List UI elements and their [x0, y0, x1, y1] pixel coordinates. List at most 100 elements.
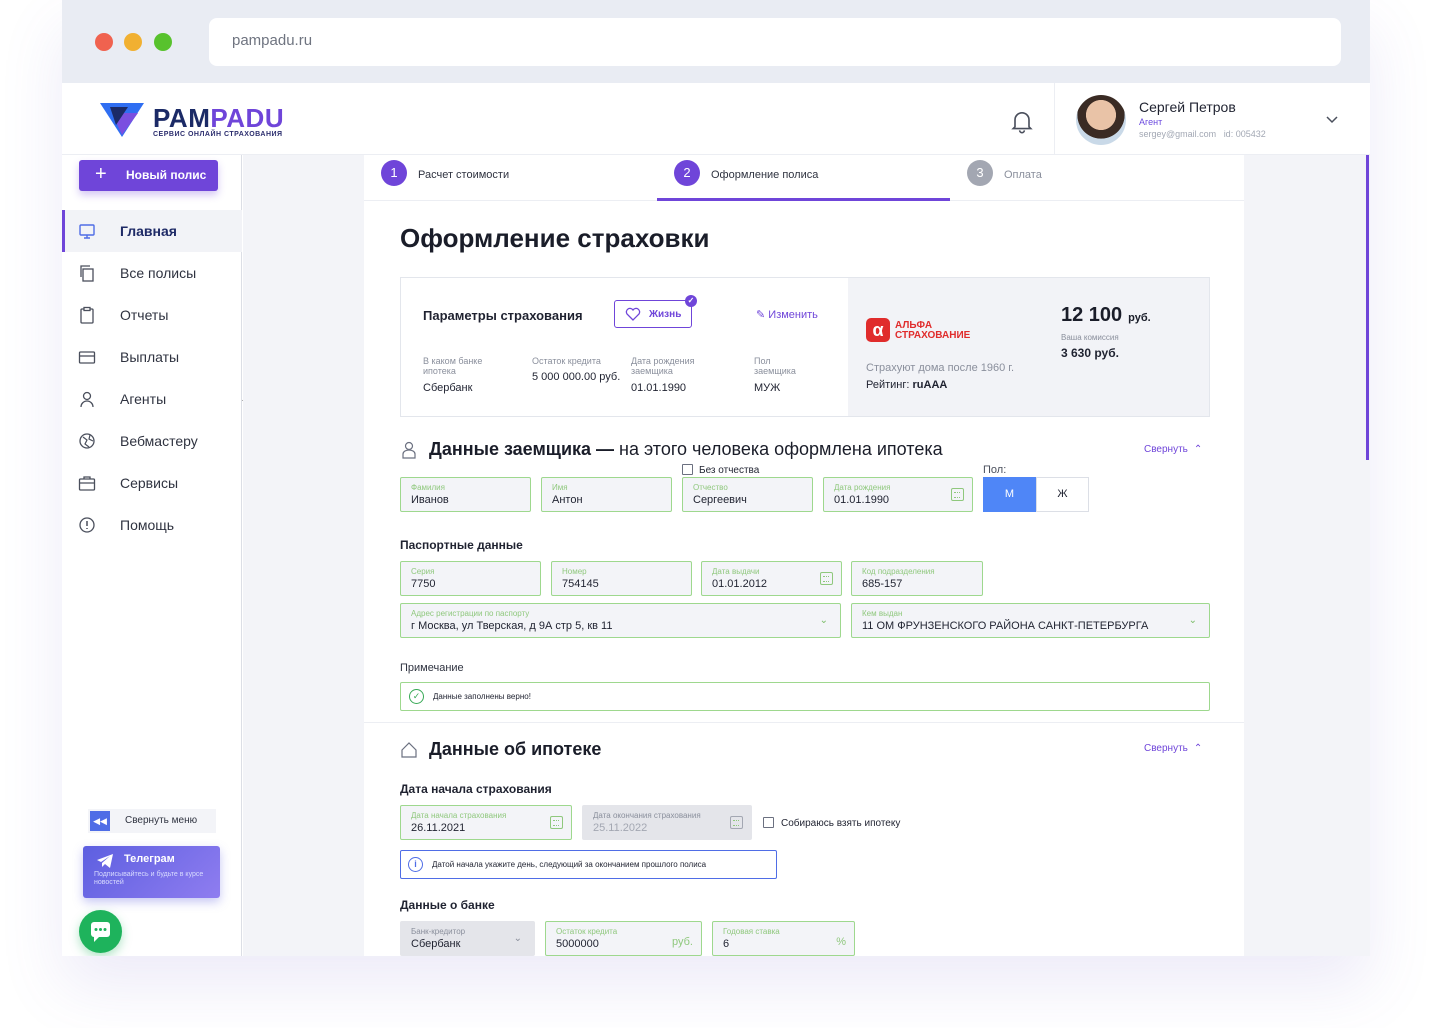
check-circle-icon: ✓ — [409, 689, 424, 704]
active-step-underline — [657, 198, 950, 201]
logo-text: PAMPADU — [153, 103, 285, 133]
alfa-logo: α АЛЬФА СТРАХОВАНИЕ — [866, 318, 986, 344]
commission-value: 3 630 руб. — [1061, 346, 1119, 360]
sidebar-item-services[interactable]: Сервисы — [62, 462, 242, 504]
passport-number-field[interactable]: Номер 754145 — [551, 561, 692, 596]
note-title: Примечание — [400, 662, 464, 674]
bell-icon[interactable] — [1008, 107, 1036, 135]
end-date-field: Дата окончания страхования 25.11.2022 — [582, 805, 752, 840]
close-dot[interactable] — [95, 33, 113, 51]
sidebar-item-home[interactable]: Главная — [62, 210, 242, 252]
last-name-field[interactable]: Фамилия Иванов — [400, 477, 531, 512]
info-icon: i — [408, 857, 423, 872]
sidebar-item-payments[interactable]: Выплаты — [62, 336, 242, 378]
sidebar: + Новый полис Главная Все полисы Отчеты В… — [62, 155, 242, 956]
page-title: Оформление страховки — [400, 223, 710, 253]
step-calculation[interactable]: 1 Расчет стоимости — [381, 160, 509, 200]
clipboard-icon — [80, 306, 94, 324]
credit-balance-field[interactable]: Остаток кредита 5000000 руб. — [545, 921, 702, 956]
user-role: Агент — [1139, 117, 1163, 127]
start-date-title: Дата начала страхования — [400, 782, 552, 796]
user-icon — [80, 391, 94, 408]
info-icon — [79, 517, 95, 533]
address-select[interactable]: Адрес регистрации по паспорту г Москва, у… — [400, 603, 841, 638]
chat-icon — [91, 922, 110, 942]
header-divider — [1054, 83, 1055, 155]
chevron-down-icon[interactable] — [1324, 111, 1340, 127]
dept-code-field[interactable]: Код подразделения 685-157 — [851, 561, 983, 596]
planning-mortgage-label: Собираюсь взять ипотеку — [781, 818, 901, 829]
new-policy-button[interactable]: + Новый полис — [79, 160, 218, 191]
house-icon — [401, 742, 417, 758]
change-link[interactable]: ✎ Изменить — [756, 308, 818, 321]
insurer-note: Страхуют дома после 1960 г. — [866, 362, 1015, 374]
logo-mark-icon — [100, 103, 144, 137]
calendar-icon[interactable] — [951, 488, 964, 501]
annual-rate-field[interactable]: Годовая ставка 6% — [712, 921, 855, 956]
planning-mortgage-checkbox[interactable] — [763, 817, 774, 828]
calendar-icon[interactable] — [550, 816, 563, 829]
start-date-hint: i Датой начала укажите день, следующий за… — [400, 850, 777, 879]
user-name: Сергей Петров — [1139, 99, 1236, 115]
birth-date-field[interactable]: Дата рождения 01.01.1990 — [823, 477, 973, 512]
plus-icon: + — [95, 163, 107, 185]
mortgage-section-title: Данные об ипотеке — [400, 739, 601, 760]
collapse-menu-button[interactable]: ◀◀ Свернуть меню — [88, 809, 216, 833]
sidebar-item-help[interactable]: Помощь — [62, 504, 242, 546]
address-bar[interactable]: pampadu.ru — [209, 18, 1341, 66]
scrollbar[interactable] — [1366, 155, 1369, 460]
rewind-icon: ◀◀ — [90, 811, 110, 831]
borrower-section-title: Данные заемщика — на этого человека офор… — [400, 439, 943, 460]
step-registration[interactable]: 2 Оформление полиса — [674, 160, 818, 200]
maximize-dot[interactable] — [154, 33, 172, 51]
app-header: PAMPADU СЕРВИС ОНЛАЙН СТРАХОВАНИЯ Сергей… — [62, 83, 1370, 155]
copy-icon — [80, 265, 94, 282]
globe-icon — [79, 433, 95, 449]
browser-window: pampadu.ru PAMPADU СЕРВИС ОНЛАЙН СТРАХОВ… — [62, 0, 1370, 956]
param-birth-date: Дата рождения заемщика 01.01.1990 — [631, 356, 695, 394]
sidebar-item-webmaster[interactable]: Вебмастеру — [62, 420, 242, 462]
issue-date-field[interactable]: Дата выдачи 01.01.2012 — [701, 561, 842, 596]
sex-female-button[interactable]: Ж — [1036, 477, 1089, 512]
stepper: 1 Расчет стоимости 2 Оформление полиса 3 Оп… — [364, 155, 1244, 201]
chevron-down-icon: ⌄ — [1188, 615, 1197, 626]
bank-select[interactable]: Банк-кредитор Сбербанк ⌄ — [400, 921, 535, 956]
borrower-collapse-link[interactable]: Свернуть ⌃ — [1144, 444, 1202, 455]
minimize-dot[interactable] — [124, 33, 142, 51]
patronymic-field[interactable]: Отчество Сергеевич — [682, 477, 813, 512]
card-icon — [78, 351, 96, 364]
chat-button[interactable] — [79, 910, 122, 953]
first-name-field[interactable]: Имя Антон — [541, 477, 672, 512]
step-payment[interactable]: 3 Оплата — [967, 160, 1042, 200]
issued-by-select[interactable]: Кем выдан 11 ОМ ФРУНЗЕНСКОГО РАЙОНА САНКТ… — [851, 603, 1210, 638]
logo-subtitle: СЕРВИС ОНЛАЙН СТРАХОВАНИЯ — [153, 131, 283, 138]
browser-toolbar: pampadu.ru — [62, 0, 1370, 83]
no-patronymic-label: Без отчества — [699, 465, 760, 476]
mortgage-collapse-link[interactable]: Свернуть ⌃ — [1144, 743, 1202, 754]
telegram-banner[interactable]: Телеграм Подписывайтесь и будьте в курсе… — [83, 846, 220, 898]
section-divider — [364, 722, 1244, 723]
price: 12 100 руб. — [1061, 304, 1151, 326]
sidebar-item-all-policies[interactable]: Все полисы — [62, 252, 242, 294]
calendar-icon[interactable] — [820, 572, 833, 585]
sex-label: Пол: — [983, 464, 1007, 476]
user-meta: sergey@gmail.com id: 005432 — [1139, 129, 1266, 139]
sex-male-button[interactable]: М — [983, 477, 1036, 512]
passport-series-field[interactable]: Серия 7750 — [400, 561, 541, 596]
param-sex: Пол заемщика МУЖ — [754, 356, 796, 394]
logo[interactable]: PAMPADU СЕРВИС ОНЛАЙН СТРАХОВАНИЯ — [98, 101, 288, 139]
no-patronymic-checkbox[interactable] — [682, 464, 693, 475]
briefcase-icon — [78, 476, 96, 491]
param-bank: В каком банке ипотека Сбербанк — [423, 356, 483, 394]
start-date-field[interactable]: Дата начала страхования 26.11.2021 — [400, 805, 572, 840]
person-icon — [402, 441, 416, 459]
sidebar-item-agents[interactable]: Агенты — [62, 378, 242, 420]
passport-title: Паспортные данные — [400, 538, 523, 552]
note-box: ✓ Данные заполнены верно! — [400, 682, 1210, 711]
avatar[interactable] — [1076, 95, 1126, 145]
insurer-rating: Рейтинг: ruAAA — [866, 379, 948, 391]
main-form-card: 1 Расчет стоимости 2 Оформление полиса 3 Оп… — [364, 155, 1244, 956]
life-badge[interactable]: Жизнь ✓ — [614, 295, 697, 328]
sidebar-item-reports[interactable]: Отчеты — [62, 294, 242, 336]
chevron-down-icon: ⌄ — [819, 615, 828, 626]
